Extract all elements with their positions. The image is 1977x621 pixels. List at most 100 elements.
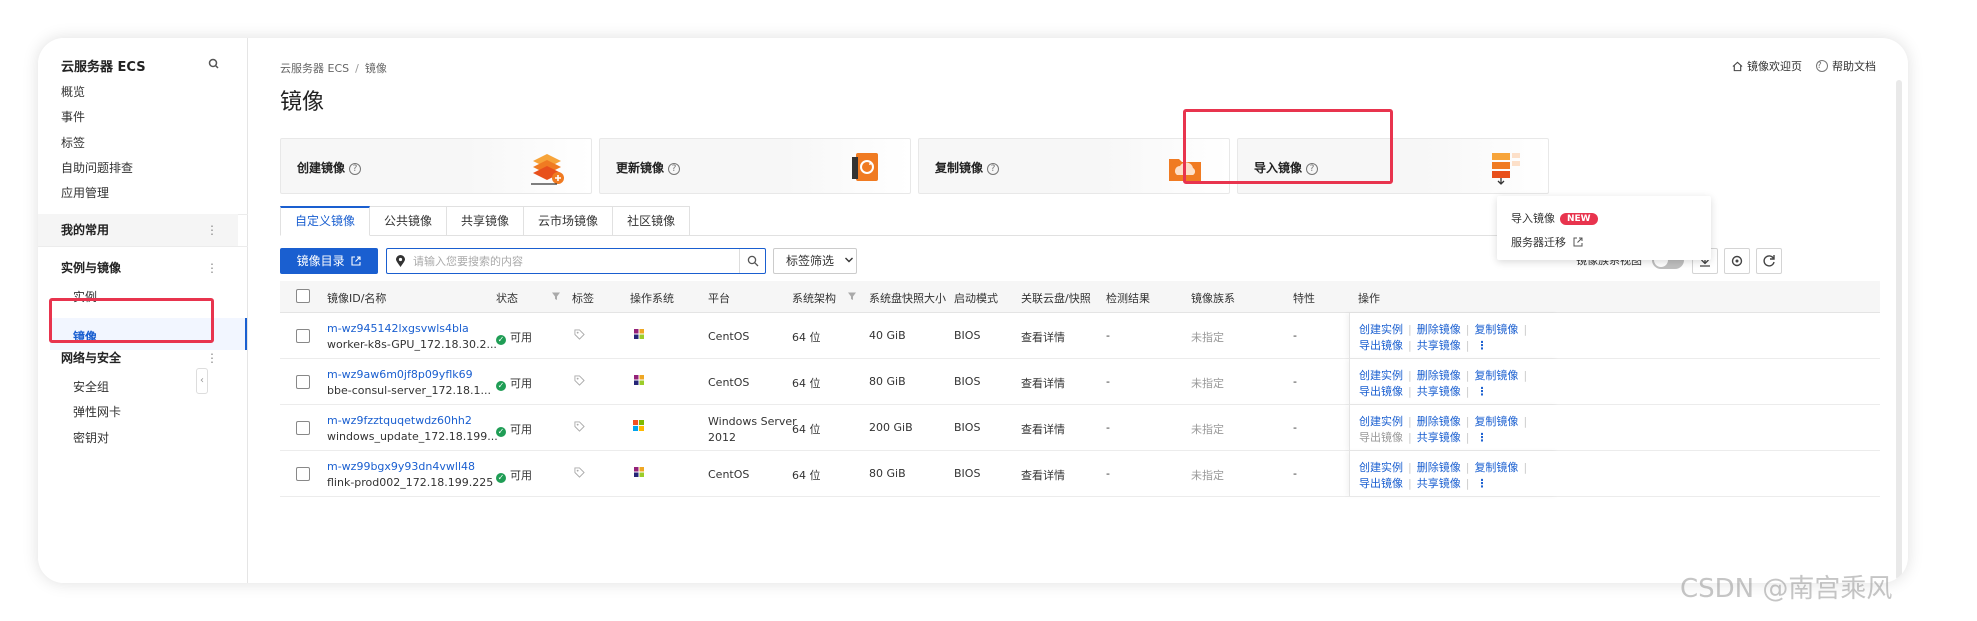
help-icon[interactable]: ? [668, 163, 681, 175]
delete-image-link[interactable]: 删除镜像 [1417, 369, 1461, 382]
watermark-text: CSDN @南宫乘风 [1680, 574, 1893, 604]
export-image-link[interactable]: 导出镜像 [1359, 385, 1403, 398]
column-header: 平台 [708, 292, 730, 305]
feature-cell: - [1293, 375, 1297, 388]
image-id-link[interactable]: m-wz9fzztquqetwdz60hh2 [327, 414, 472, 427]
tab-public-images[interactable]: 公共镜像 [370, 206, 448, 236]
card-create-image[interactable]: 创建镜像? [280, 138, 592, 194]
search-icon[interactable] [206, 56, 222, 72]
table-row[interactable]: m-wz99bgx9y93dn4vwll48 flink-prod002_172.… [280, 451, 1880, 497]
export-image-link[interactable]: 导出镜像 [1359, 339, 1403, 352]
status-badge: ✓ 可用 [496, 329, 532, 345]
family-cell: 未指定 [1191, 469, 1224, 482]
table-row[interactable]: m-wz9fzztquqetwdz60hh2 windows_update_172… [280, 405, 1880, 451]
view-details-link[interactable]: 查看详情 [1021, 421, 1065, 437]
image-id-link[interactable]: m-wz9aw6m0jf8p09yflk69 [327, 368, 473, 381]
menu-item-import-image[interactable]: 导入镜像 NEW [1511, 210, 1598, 226]
filter-icon[interactable] [847, 291, 857, 301]
sidebar-item-app-management[interactable]: 应用管理 [61, 184, 109, 201]
help-icon[interactable]: ? [987, 163, 1000, 175]
export-image-link[interactable]: 导出镜像 [1359, 477, 1403, 490]
row-checkbox[interactable] [296, 467, 310, 481]
sidebar-item-overview[interactable]: 概览 [61, 83, 85, 100]
filter-icon[interactable] [551, 291, 561, 301]
menu-item-server-migration[interactable]: 服务器迁移 [1511, 234, 1583, 250]
sidebar-group-label: 网络与安全 [61, 351, 122, 365]
os-icon [633, 466, 645, 481]
sidebar-item-tags[interactable]: 标签 [61, 134, 85, 151]
image-id-link[interactable]: m-wz99bgx9y93dn4vwll48 [327, 460, 475, 473]
row-checkbox[interactable] [296, 421, 310, 435]
image-catalog-button[interactable]: 镜像目录 [280, 248, 378, 274]
column-header: 系统盘快照大小 [869, 292, 946, 305]
export-image-link[interactable]: 导出镜像 [1359, 431, 1403, 444]
delete-image-link[interactable]: 删除镜像 [1417, 323, 1461, 336]
search-icon [747, 255, 759, 267]
page-scrollbar[interactable] [1896, 80, 1902, 580]
view-details-link[interactable]: 查看详情 [1021, 375, 1065, 391]
gear-icon [1731, 255, 1743, 267]
search-submit-button[interactable] [739, 249, 765, 273]
card-update-image[interactable]: 更新镜像? [599, 138, 911, 194]
share-image-link[interactable]: 共享镜像 [1417, 385, 1461, 398]
kebab-icon[interactable]: ⋮ [206, 214, 218, 246]
help-link[interactable]: ? 帮助文档 [1816, 58, 1876, 74]
more-actions-icon[interactable]: ⋮ [1476, 385, 1487, 398]
tag-icon[interactable] [574, 421, 585, 435]
copy-image-link[interactable]: 复制镜像 [1474, 323, 1518, 336]
row-checkbox[interactable] [296, 329, 310, 343]
tag-icon[interactable] [574, 375, 585, 389]
share-image-link[interactable]: 共享镜像 [1417, 431, 1461, 444]
breadcrumb-root[interactable]: 云服务器 ECS [280, 62, 349, 75]
menu-item-label: 导入镜像 [1511, 212, 1555, 225]
copy-image-link[interactable]: 复制镜像 [1474, 369, 1518, 382]
settings-button[interactable] [1724, 248, 1750, 274]
tag-icon[interactable] [574, 467, 585, 481]
tab-community-images[interactable]: 社区镜像 [613, 206, 691, 236]
tag-icon[interactable] [574, 329, 585, 343]
more-actions-icon[interactable]: ⋮ [1476, 339, 1487, 352]
tab-custom-images[interactable]: 自定义镜像 [280, 206, 371, 236]
sidebar-item-troubleshoot[interactable]: 自助问题排查 [61, 159, 133, 176]
more-actions-icon[interactable]: ⋮ [1476, 431, 1487, 444]
search-input[interactable] [413, 253, 733, 270]
sidebar-group-favorites[interactable]: 我的常用 ⋮ [38, 214, 238, 246]
sidebar-item-keypair[interactable]: 密钥对 [73, 429, 109, 446]
table-row[interactable]: m-wz9aw6m0jf8p09yflk69 bbe-consul-server_… [280, 359, 1880, 405]
kebab-icon[interactable]: ⋮ [206, 252, 218, 284]
view-details-link[interactable]: 查看详情 [1021, 329, 1065, 345]
sidebar-item-security-group[interactable]: 安全组 [73, 378, 109, 395]
row-checkbox[interactable] [296, 375, 310, 389]
search-field[interactable] [386, 248, 766, 274]
tab-marketplace-images[interactable]: 云市场镜像 [524, 206, 614, 236]
tag-filter-button[interactable]: 标签筛选 [773, 248, 857, 274]
table-row[interactable]: m-wz945142lxgsvwls4bla worker-k8s-GPU_172… [280, 313, 1880, 359]
share-image-link[interactable]: 共享镜像 [1417, 477, 1461, 490]
view-details-link[interactable]: 查看详情 [1021, 467, 1065, 483]
centos-icon [634, 375, 644, 385]
create-instance-link[interactable]: 创建实例 [1359, 369, 1403, 382]
copy-image-link[interactable]: 复制镜像 [1474, 415, 1518, 428]
delete-image-link[interactable]: 删除镜像 [1417, 415, 1461, 428]
more-actions-icon[interactable]: ⋮ [1476, 477, 1487, 490]
sidebar-item-eni[interactable]: 弹性网卡 [73, 403, 121, 420]
sidebar-item-events[interactable]: 事件 [61, 108, 85, 125]
image-id-link[interactable]: m-wz945142lxgsvwls4bla [327, 322, 469, 335]
create-instance-link[interactable]: 创建实例 [1359, 323, 1403, 336]
help-icon[interactable]: ? [349, 163, 362, 175]
copy-image-link[interactable]: 复制镜像 [1474, 461, 1518, 474]
create-instance-link[interactable]: 创建实例 [1359, 461, 1403, 474]
delete-image-link[interactable]: 删除镜像 [1417, 461, 1461, 474]
sidebar-group-instances-images[interactable]: 实例与镜像 ⋮ [38, 252, 238, 284]
sidebar-collapse-handle[interactable]: ‹ [196, 368, 208, 394]
status-badge: ✓ 可用 [496, 421, 532, 437]
tab-shared-images[interactable]: 共享镜像 [447, 206, 525, 236]
welcome-link[interactable]: 镜像欢迎页 [1732, 58, 1802, 74]
refresh-button[interactable] [1756, 248, 1782, 274]
share-image-link[interactable]: 共享镜像 [1417, 339, 1461, 352]
create-instance-link[interactable]: 创建实例 [1359, 415, 1403, 428]
platform-text: CentOS [708, 376, 750, 389]
select-all-checkbox[interactable] [296, 289, 310, 303]
help-link-label: 帮助文档 [1832, 60, 1876, 73]
sidebar-group-network-security[interactable]: 网络与安全 ⋮ [38, 342, 238, 374]
